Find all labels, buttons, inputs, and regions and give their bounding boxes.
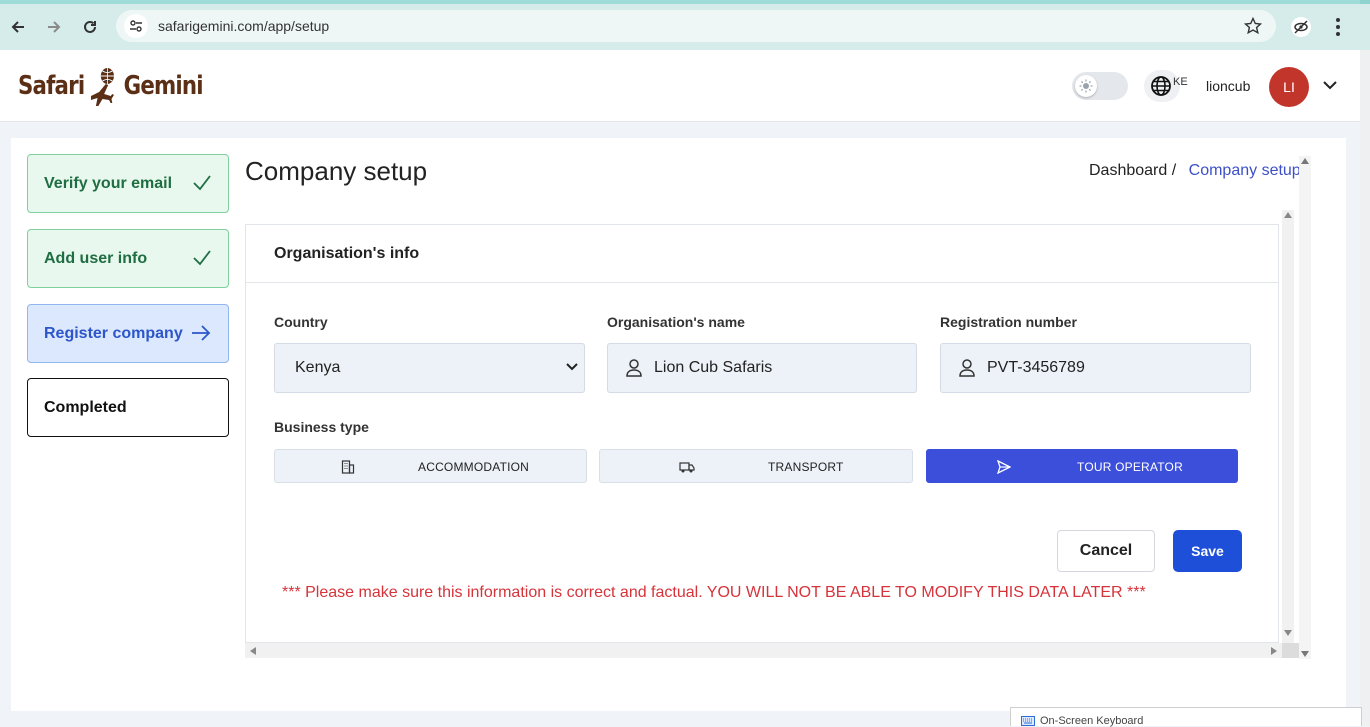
theme-toggle[interactable] — [1072, 72, 1128, 100]
check-icon — [193, 175, 211, 191]
more-vert-icon[interactable] — [1330, 16, 1346, 38]
step-verify-email[interactable]: Verify your email — [27, 154, 229, 213]
business-type-label-text: ACCOMMODATION — [418, 460, 530, 474]
step-label: Add user info — [44, 249, 148, 267]
reload-icon — [84, 20, 96, 33]
step-add-user-info[interactable]: Add user info — [27, 229, 229, 288]
step-completed[interactable]: Completed — [27, 378, 229, 437]
forward-button[interactable] — [36, 9, 72, 45]
scroll-up-arrow-icon[interactable] — [1284, 212, 1292, 218]
truck-icon — [679, 462, 695, 473]
theme-toggle-knob — [1075, 75, 1097, 97]
chevron-down-icon[interactable] — [1322, 79, 1338, 91]
reload-button[interactable] — [72, 9, 108, 45]
brand-logo[interactable]: Safari Gemini — [18, 66, 204, 106]
step-label: Verify your email — [44, 174, 173, 192]
scroll-down-arrow-icon[interactable] — [1301, 651, 1309, 657]
keyboard-icon — [1021, 716, 1035, 726]
tune-icon — [130, 20, 142, 32]
step-label: Register company — [44, 324, 183, 342]
on-screen-keyboard-window[interactable]: On-Screen Keyboard — [1010, 707, 1362, 727]
org-name-input[interactable]: Lion Cub Safaris — [607, 343, 917, 393]
browser-toolbar: safarigemini.com/app/setup — [0, 4, 1370, 50]
content-vertical-scrollbar[interactable] — [1299, 156, 1311, 659]
arrow-right-icon — [192, 325, 211, 341]
business-type-transport[interactable]: TRANSPORT — [599, 449, 913, 483]
language-code: KE — [1173, 76, 1188, 88]
arrow-left-icon — [11, 21, 24, 33]
scrollbar-corner — [1282, 643, 1299, 658]
app-header: Safari Gemini KE lioncub LI — [0, 50, 1360, 122]
registration-number-input[interactable]: PVT-3456789 — [940, 343, 1251, 393]
back-button[interactable] — [0, 9, 36, 45]
business-type-tour-operator[interactable]: TOUR OPERATOR — [926, 449, 1238, 483]
user-icon — [959, 359, 975, 377]
country-label: Country — [274, 314, 328, 330]
section-title: Organisation's info — [246, 225, 1278, 283]
bookmark-star-icon[interactable] — [1244, 17, 1262, 35]
paper-plane-icon — [997, 460, 1011, 474]
avatar[interactable]: LI — [1269, 67, 1309, 107]
business-type-label: Business type — [274, 419, 369, 435]
building-icon — [341, 460, 355, 474]
panel-horizontal-scrollbar[interactable] — [245, 643, 1282, 658]
breadcrumb-separator: / — [1171, 162, 1177, 179]
check-icon — [193, 250, 211, 266]
extension-icon[interactable] — [1290, 16, 1312, 38]
business-type-label-text: TRANSPORT — [768, 460, 844, 474]
user-icon — [626, 359, 642, 377]
page-title: Company setup — [245, 156, 428, 186]
username[interactable]: lioncub — [1206, 78, 1250, 94]
org-name-value: Lion Cub Safaris — [654, 359, 773, 376]
country-value: Kenya — [295, 359, 341, 376]
organisation-info-panel: Organisation's info Country Kenya Organi… — [245, 224, 1279, 643]
globe-plane-logo-icon — [90, 68, 114, 106]
save-button[interactable]: Save — [1173, 530, 1242, 572]
language-selector[interactable]: KE — [1144, 70, 1188, 102]
logo-text-safari: Safari — [18, 71, 85, 101]
step-label: Completed — [44, 398, 127, 416]
logo-text-gemini: Gemini — [123, 71, 204, 101]
sun-icon — [1079, 79, 1093, 93]
country-select[interactable]: Kenya — [274, 343, 585, 393]
scroll-left-arrow-icon[interactable] — [250, 647, 256, 655]
scroll-right-arrow-icon[interactable] — [1271, 647, 1277, 655]
breadcrumb-current: Company setup — [1188, 162, 1301, 179]
org-name-label: Organisation's name — [607, 314, 745, 330]
business-type-accommodation[interactable]: ACCOMMODATION — [274, 449, 587, 483]
warning-message: *** Please make sure this information is… — [282, 584, 1146, 601]
setup-card: Verify your email Add user info Register… — [11, 138, 1346, 711]
cancel-button[interactable]: Cancel — [1057, 530, 1155, 572]
site-info-button[interactable] — [124, 14, 148, 38]
breadcrumb: Dashboard / Company setup — [1089, 162, 1301, 180]
address-bar[interactable]: safarigemini.com/app/setup — [116, 10, 1276, 42]
scroll-up-arrow-icon[interactable] — [1301, 158, 1309, 164]
scroll-down-arrow-icon[interactable] — [1284, 630, 1292, 636]
breadcrumb-dashboard-link[interactable]: Dashboard — [1089, 162, 1167, 179]
registration-number-label: Registration number — [940, 314, 1077, 330]
panel-vertical-scrollbar[interactable] — [1282, 210, 1294, 643]
osk-title: On-Screen Keyboard — [1040, 715, 1144, 727]
business-type-label-text: TOUR OPERATOR — [1077, 460, 1183, 474]
page-scrollbar[interactable] — [1360, 50, 1370, 726]
arrow-right-icon — [48, 21, 61, 33]
registration-number-value: PVT-3456789 — [987, 359, 1085, 376]
url-text[interactable]: safarigemini.com/app/setup — [158, 18, 329, 34]
chevron-down-icon — [566, 363, 578, 371]
step-register-company[interactable]: Register company — [27, 304, 229, 363]
globe-icon — [1151, 76, 1171, 96]
